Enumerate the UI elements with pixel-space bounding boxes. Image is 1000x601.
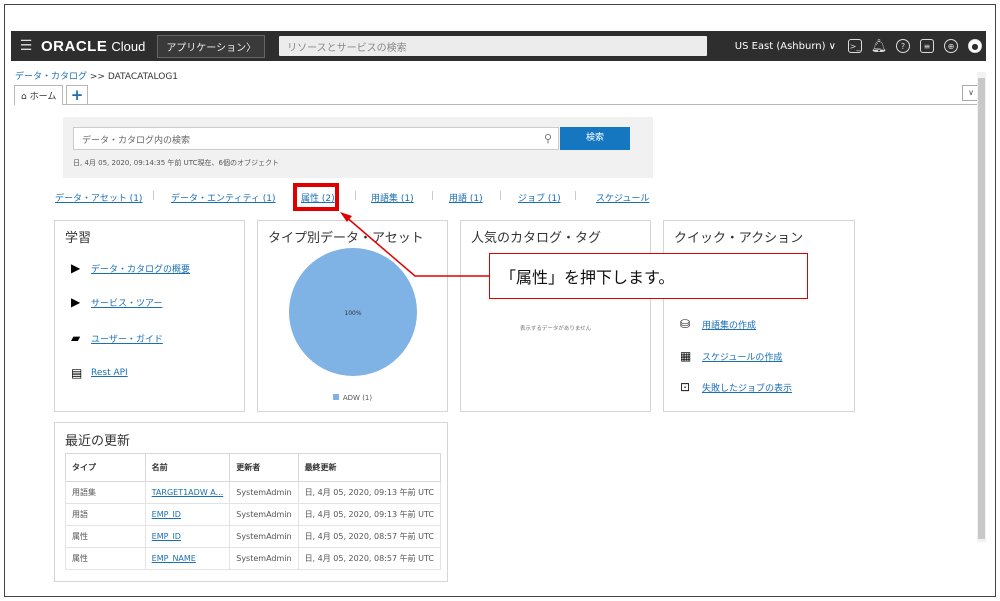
region-selector[interactable]: US East (Ashburn) ∨ xyxy=(735,41,836,52)
recent-updates-table: タイプ 名前 更新者 最終更新 用語集 TARGET1ADW A... Syst… xyxy=(65,453,442,570)
top-navbar: ☰ ORACLE Cloud アプリケーション〉 リソースとサービスの検索 US… xyxy=(11,31,986,61)
resource-search-input[interactable]: リソースとサービスの検索 xyxy=(279,36,708,56)
chart-title: タイプ別データ・アセット xyxy=(268,231,424,246)
filter-separator: | xyxy=(152,191,156,201)
table-row: 用語集 TARGET1ADW A... SystemAdmin 日, 4月 05… xyxy=(65,481,442,504)
learning-item[interactable]: ▶ サービス・ツアー xyxy=(71,295,162,309)
object-link[interactable]: TARGET1ADW A... xyxy=(144,481,231,504)
breadcrumb: データ・カタログ >> DATACATALOG1 xyxy=(15,72,179,82)
feedback-icon[interactable]: ≡ xyxy=(920,39,934,53)
scrollbar-thumb[interactable] xyxy=(978,78,985,539)
object-link[interactable]: EMP_ID xyxy=(144,525,231,548)
legend-swatch xyxy=(332,394,339,400)
quick-action-item[interactable]: ⛁ 用語集の作成 xyxy=(680,317,756,331)
filter-data-entities[interactable]: データ・エンティティ (1) xyxy=(171,191,276,204)
catalog-search-input[interactable]: データ・カタログ内の検索 ⚲ xyxy=(73,127,559,150)
no-data-text: 表示するデータがありません xyxy=(519,326,592,332)
table-row: 属性 EMP_ID SystemAdmin 日, 4月 05, 2020, 08… xyxy=(65,525,442,548)
filter-separator: | xyxy=(354,191,358,201)
home-icon: ⌂ xyxy=(21,92,27,102)
pie-slice-label: 100% xyxy=(344,310,361,317)
quick-action-item[interactable]: ▦ スケジュールの作成 xyxy=(680,349,782,363)
attribute-highlight-box xyxy=(293,183,339,211)
pie-chart: 100% xyxy=(289,248,417,376)
filter-separator: | xyxy=(431,191,435,201)
table-row: 属性 EMP_NAME SystemAdmin 日, 4月 05, 2020, … xyxy=(65,547,442,570)
instruction-callout: 「属性」を押下します。 xyxy=(489,253,808,299)
cloud-shell-icon[interactable]: >_ xyxy=(848,39,862,53)
recent-updates-title: 最近の更新 xyxy=(65,434,131,449)
glossary-icon: ⛁ xyxy=(680,317,691,331)
table-header-row: タイプ 名前 更新者 最終更新 xyxy=(65,453,442,482)
quick-action-item[interactable]: ⊡ 失敗したジョブの表示 xyxy=(680,380,792,394)
column-header: 最終更新 xyxy=(297,453,442,482)
filter-separator: | xyxy=(574,191,578,201)
monitor-icon: ⊡ xyxy=(680,380,691,394)
play-icon: ▶ xyxy=(71,261,81,275)
document-icon: ▤ xyxy=(71,366,83,380)
object-link[interactable]: EMP_ID xyxy=(144,503,231,526)
oracle-cloud-logo[interactable]: ORACLE Cloud xyxy=(41,38,145,55)
column-header: 名前 xyxy=(144,453,231,482)
notification-bell-icon[interactable]: 🔔︎ xyxy=(871,39,888,54)
search-button[interactable]: 検索 xyxy=(560,127,630,150)
search-icon[interactable]: ⚲ xyxy=(544,132,552,145)
quick-actions-title: クイック・アクション xyxy=(674,231,804,246)
applications-menu-button[interactable]: アプリケーション〉 xyxy=(157,34,266,58)
filter-jobs[interactable]: ジョブ (1) xyxy=(518,191,561,204)
quick-actions-card: クイック・アクション ⛁ 用語集の作成 ▦ スケジュールの作成 ⊡ 失敗したジョ… xyxy=(663,220,855,412)
object-link[interactable]: EMP_NAME xyxy=(144,547,231,570)
column-header: タイプ xyxy=(65,453,146,482)
help-icon[interactable]: ? xyxy=(896,39,910,53)
learning-item[interactable]: ▰ ユーザー・ガイド xyxy=(71,331,163,345)
tabs-row: ⌂ ホーム + ∨ xyxy=(14,83,984,105)
recent-updates-card: 最近の更新 タイプ 名前 更新者 最終更新 用語集 TARGET1ADW A..… xyxy=(54,422,448,582)
profile-avatar-icon[interactable]: ● xyxy=(968,39,982,53)
calendar-clock-icon: ▦ xyxy=(680,349,692,363)
tab-home[interactable]: ⌂ ホーム xyxy=(14,85,64,105)
learning-item[interactable]: ▶ データ・カタログの概要 xyxy=(71,261,190,275)
breadcrumb-current: DATACATALOG1 xyxy=(107,72,179,82)
learning-card: 学習 ▶ データ・カタログの概要 ▶ サービス・ツアー ▰ ユーザー・ガイド ▤… xyxy=(54,220,245,412)
learning-title: 学習 xyxy=(65,231,92,246)
search-meta-text: 日, 4月 05, 2020, 09:14:35 午前 UTC現在、6個のオブジ… xyxy=(73,159,279,167)
filter-glossaries[interactable]: 用語集 (1) xyxy=(371,191,414,204)
learning-item[interactable]: ▤ Rest API xyxy=(71,366,128,380)
vertical-scrollbar[interactable] xyxy=(977,72,986,542)
filter-data-assets[interactable]: データ・アセット (1) xyxy=(55,191,142,204)
popular-tags-title: 人気のカタログ・タグ xyxy=(471,231,602,246)
pie-legend: ADW (1) xyxy=(258,394,447,402)
popular-tags-card: 人気のカタログ・タグ 表示するデータがありません xyxy=(460,220,651,412)
language-globe-icon[interactable]: ⊕ xyxy=(944,39,958,53)
table-row: 用語 EMP_ID SystemAdmin 日, 4月 05, 2020, 09… xyxy=(65,503,442,526)
add-tab-button[interactable]: + xyxy=(66,85,88,105)
pdf-icon: ▰ xyxy=(71,331,81,345)
breadcrumb-data-catalog-link[interactable]: データ・カタログ xyxy=(15,72,87,82)
hamburger-menu-icon[interactable]: ☰ xyxy=(11,38,41,54)
filter-schedules[interactable]: スケジュール xyxy=(596,191,649,204)
filter-separator: | xyxy=(499,191,503,201)
column-header: 更新者 xyxy=(229,453,299,482)
catalog-search-panel: データ・カタログ内の検索 ⚲ 検索 日, 4月 05, 2020, 09:14:… xyxy=(63,117,653,178)
data-assets-by-type-card: タイプ別データ・アセット 100% ADW (1) xyxy=(257,220,448,412)
play-icon: ▶ xyxy=(71,295,81,309)
filter-terms[interactable]: 用語 (1) xyxy=(449,191,483,204)
